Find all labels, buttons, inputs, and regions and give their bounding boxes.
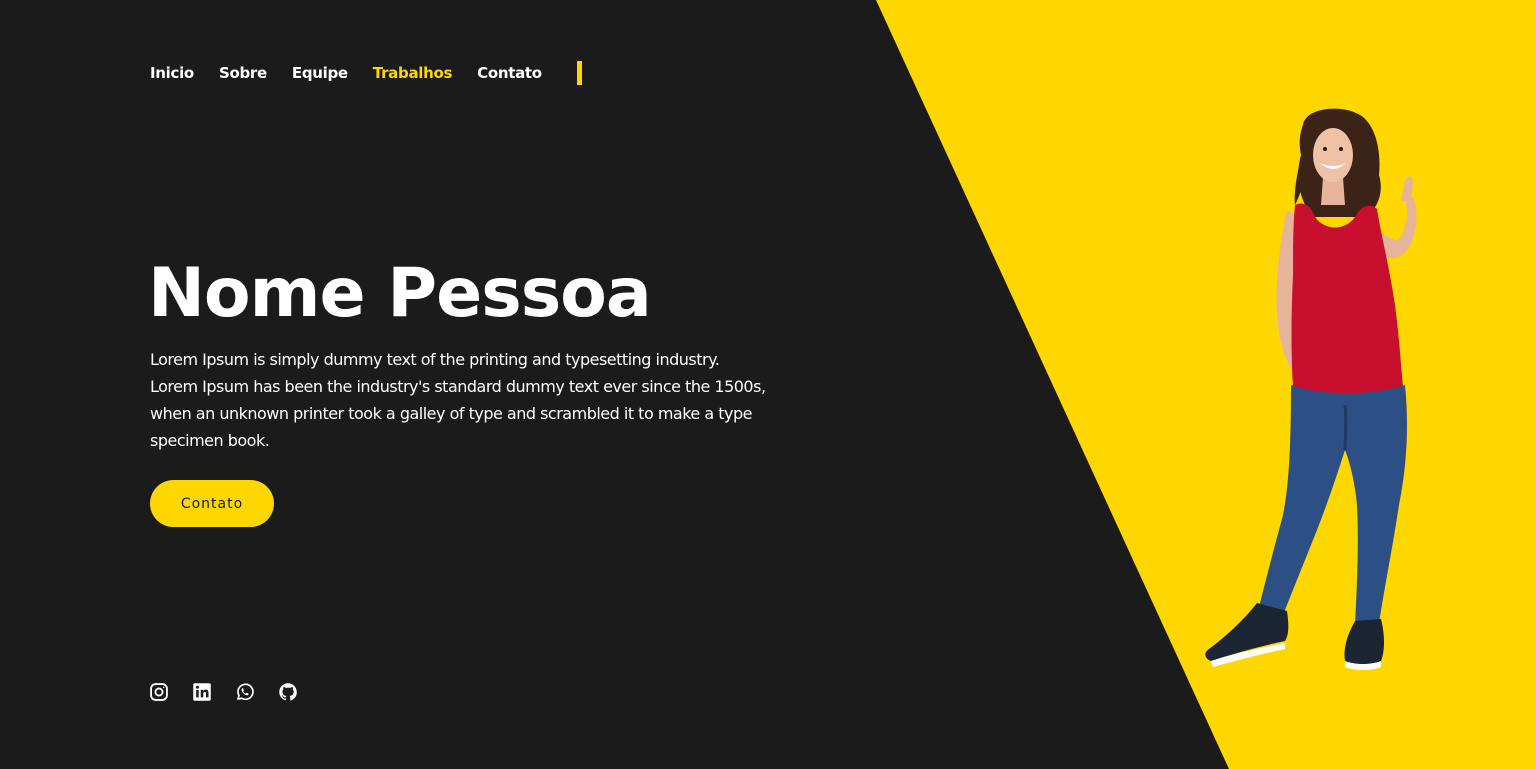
landing-page: Inicio Sobre Equipe Trabalhos Contato No… xyxy=(0,0,1536,769)
contact-button[interactable]: Contato xyxy=(150,480,274,527)
nav-item-contato[interactable]: Contato xyxy=(477,64,542,82)
github-icon[interactable] xyxy=(278,682,298,702)
linkedin-icon[interactable] xyxy=(192,682,212,702)
nav-accent-bar xyxy=(576,61,582,85)
whatsapp-icon[interactable] xyxy=(235,682,255,702)
woman-thumbs-up-photo xyxy=(1205,108,1417,670)
hero-title: Nome Pessoa xyxy=(148,254,652,333)
main-nav: Inicio Sobre Equipe Trabalhos Contato xyxy=(150,60,582,86)
instagram-icon[interactable] xyxy=(149,682,169,702)
nav-item-sobre[interactable]: Sobre xyxy=(219,64,267,82)
nav-item-trabalhos[interactable]: Trabalhos xyxy=(373,64,453,82)
social-links xyxy=(149,682,298,702)
hero-description: Lorem Ipsum is simply dummy text of the … xyxy=(150,350,766,450)
nav-item-inicio[interactable]: Inicio xyxy=(150,64,194,82)
nav-item-equipe[interactable]: Equipe xyxy=(292,64,348,82)
